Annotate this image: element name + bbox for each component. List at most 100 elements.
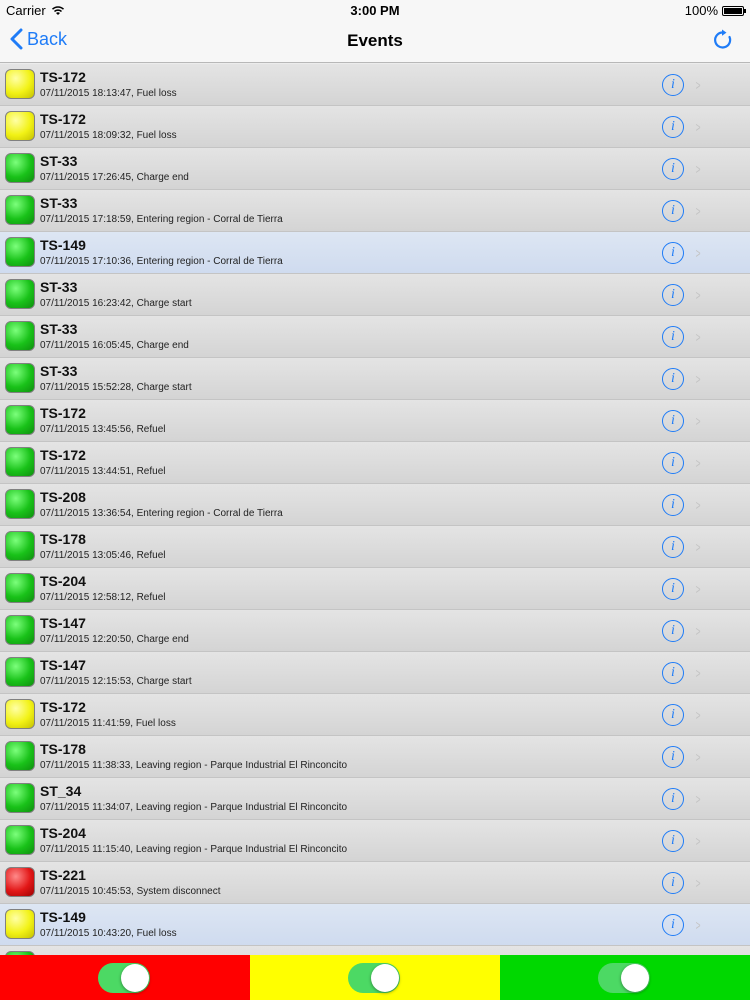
info-icon[interactable]: i (662, 452, 684, 474)
event-row[interactable]: TS-172 07/11/2015 18:09:32, Fuel loss i > (0, 106, 750, 148)
event-detail: 07/11/2015 18:09:32, Fuel loss (40, 130, 177, 141)
chevron-right-icon: > (695, 245, 701, 261)
info-icon[interactable]: i (662, 242, 684, 264)
info-icon[interactable]: i (662, 662, 684, 684)
chevron-right-icon: > (695, 413, 701, 429)
status-green-icon (5, 573, 35, 603)
event-row[interactable]: TS-178 07/11/2015 11:38:33, Leaving regio… (0, 736, 750, 778)
info-icon[interactable]: i (662, 494, 684, 516)
event-row[interactable]: TS-172 07/11/2015 18:13:47, Fuel loss i > (0, 64, 750, 106)
chevron-right-icon: > (695, 791, 701, 807)
refresh-button[interactable] (712, 29, 734, 56)
info-icon[interactable]: i (662, 872, 684, 894)
status-green-icon (5, 405, 35, 435)
battery-label: 100% (684, 3, 718, 18)
event-row[interactable]: TS-221 07/11/2015 10:45:53, System discon… (0, 862, 750, 904)
toggle-knob (621, 964, 649, 992)
event-vehicle-name: TS-172 (40, 405, 86, 421)
event-row[interactable]: TS-147 07/11/2015 12:15:53, Charge start i… (0, 652, 750, 694)
status-green-icon (5, 279, 35, 309)
event-detail: 07/11/2015 10:45:53, System disconnect (40, 886, 221, 897)
info-icon[interactable]: i (662, 200, 684, 222)
event-row[interactable]: ST-33 07/11/2015 16:23:42, Charge start i > (0, 274, 750, 316)
event-vehicle-name: TS-172 (40, 111, 86, 127)
status-bar: Carrier 3:00 PM 100% (0, 0, 750, 20)
event-row[interactable]: ST-33 07/11/2015 15:52:28, Charge start i > (0, 358, 750, 400)
event-detail: 07/11/2015 11:41:59, Fuel loss (40, 718, 176, 729)
info-icon[interactable]: i (662, 830, 684, 852)
event-vehicle-name: TS-149 (40, 237, 86, 253)
event-detail: 07/11/2015 16:05:45, Charge end (40, 340, 189, 351)
event-vehicle-name: ST-33 (40, 153, 78, 169)
chevron-right-icon: > (695, 329, 701, 345)
filter-toggle-green[interactable] (598, 963, 650, 993)
chevron-right-icon: > (695, 119, 701, 135)
event-vehicle-name: TS-178 (40, 531, 86, 547)
filter-toggle-red[interactable] (98, 963, 150, 993)
event-vehicle-name: TS-172 (40, 699, 86, 715)
event-vehicle-name: ST-33 (40, 321, 78, 337)
status-yellow-icon (5, 111, 35, 141)
event-detail: 07/11/2015 13:05:46, Refuel (40, 550, 166, 561)
info-icon[interactable]: i (662, 536, 684, 558)
info-icon[interactable]: i (662, 116, 684, 138)
event-row[interactable]: TS-149 07/11/2015 17:10:36, Entering regi… (0, 232, 750, 274)
event-row[interactable]: TS-172 07/11/2015 11:41:59, Fuel loss i > (0, 694, 750, 736)
event-row[interactable]: TS-178 07/11/2015 13:05:46, Refuel i > (0, 526, 750, 568)
event-row[interactable]: i> (0, 946, 750, 955)
info-icon[interactable]: i (662, 410, 684, 432)
event-detail: 07/11/2015 17:26:45, Charge end (40, 172, 189, 183)
event-vehicle-name: TS-178 (40, 741, 86, 757)
event-row[interactable]: TS-204 07/11/2015 11:15:40, Leaving regio… (0, 820, 750, 862)
event-vehicle-name: ST-33 (40, 279, 78, 295)
info-icon[interactable]: i (662, 578, 684, 600)
battery-icon (722, 5, 746, 16)
event-row[interactable]: ST-33 07/11/2015 17:26:45, Charge end i > (0, 148, 750, 190)
event-row[interactable]: TS-204 07/11/2015 12:58:12, Refuel i > (0, 568, 750, 610)
info-icon[interactable]: i (662, 746, 684, 768)
event-detail: 07/11/2015 12:15:53, Charge start (40, 676, 192, 687)
event-row[interactable]: TS-149 07/11/2015 10:43:20, Fuel loss i > (0, 904, 750, 946)
status-green-icon (5, 531, 35, 561)
event-row[interactable]: TS-208 07/11/2015 13:36:54, Entering regi… (0, 484, 750, 526)
info-icon[interactable]: i (662, 704, 684, 726)
info-icon[interactable]: i (662, 368, 684, 390)
info-icon[interactable]: i (662, 74, 684, 96)
status-red-icon (5, 867, 35, 897)
event-row[interactable]: ST-33 07/11/2015 16:05:45, Charge end i > (0, 316, 750, 358)
event-detail: 07/11/2015 18:13:47, Fuel loss (40, 88, 177, 99)
info-icon[interactable]: i (662, 158, 684, 180)
status-green-icon (5, 321, 35, 351)
event-row[interactable]: ST-33 07/11/2015 17:18:59, Entering regio… (0, 190, 750, 232)
chevron-right-icon: > (695, 203, 701, 219)
chevron-right-icon: > (695, 161, 701, 177)
event-detail: 07/11/2015 10:43:20, Fuel loss (40, 928, 177, 939)
event-vehicle-name: ST-33 (40, 363, 78, 379)
info-icon[interactable]: i (662, 620, 684, 642)
info-icon[interactable]: i (662, 284, 684, 306)
status-right: 100% (684, 3, 746, 18)
event-vehicle-name: TS-221 (40, 867, 86, 883)
chevron-right-icon: > (695, 455, 701, 471)
filter-bar (0, 955, 750, 1000)
status-time: 3:00 PM (350, 3, 400, 18)
status-yellow-icon (5, 69, 35, 99)
event-row[interactable]: TS-147 07/11/2015 12:20:50, Charge end i > (0, 610, 750, 652)
event-vehicle-name: TS-208 (40, 489, 86, 505)
chevron-right-icon: > (695, 539, 701, 555)
event-row[interactable]: TS-172 07/11/2015 13:44:51, Refuel i > (0, 442, 750, 484)
event-row[interactable]: TS-172 07/11/2015 13:45:56, Refuel i > (0, 400, 750, 442)
toggle-knob (371, 964, 399, 992)
event-row[interactable]: ST_34 07/11/2015 11:34:07, Leaving region… (0, 778, 750, 820)
status-green-icon (5, 489, 35, 519)
status-green-icon (5, 447, 35, 477)
event-vehicle-name: ST_34 (40, 783, 82, 799)
info-icon[interactable]: i (662, 788, 684, 810)
filter-toggle-yellow[interactable] (348, 963, 400, 993)
event-detail: 07/11/2015 16:23:42, Charge start (40, 298, 192, 309)
status-green-icon (5, 615, 35, 645)
event-vehicle-name: TS-204 (40, 825, 86, 841)
info-icon[interactable]: i (662, 326, 684, 348)
info-icon[interactable]: i (662, 914, 684, 936)
event-list: TS-172 07/11/2015 18:13:47, Fuel loss i > TS… (0, 64, 750, 955)
